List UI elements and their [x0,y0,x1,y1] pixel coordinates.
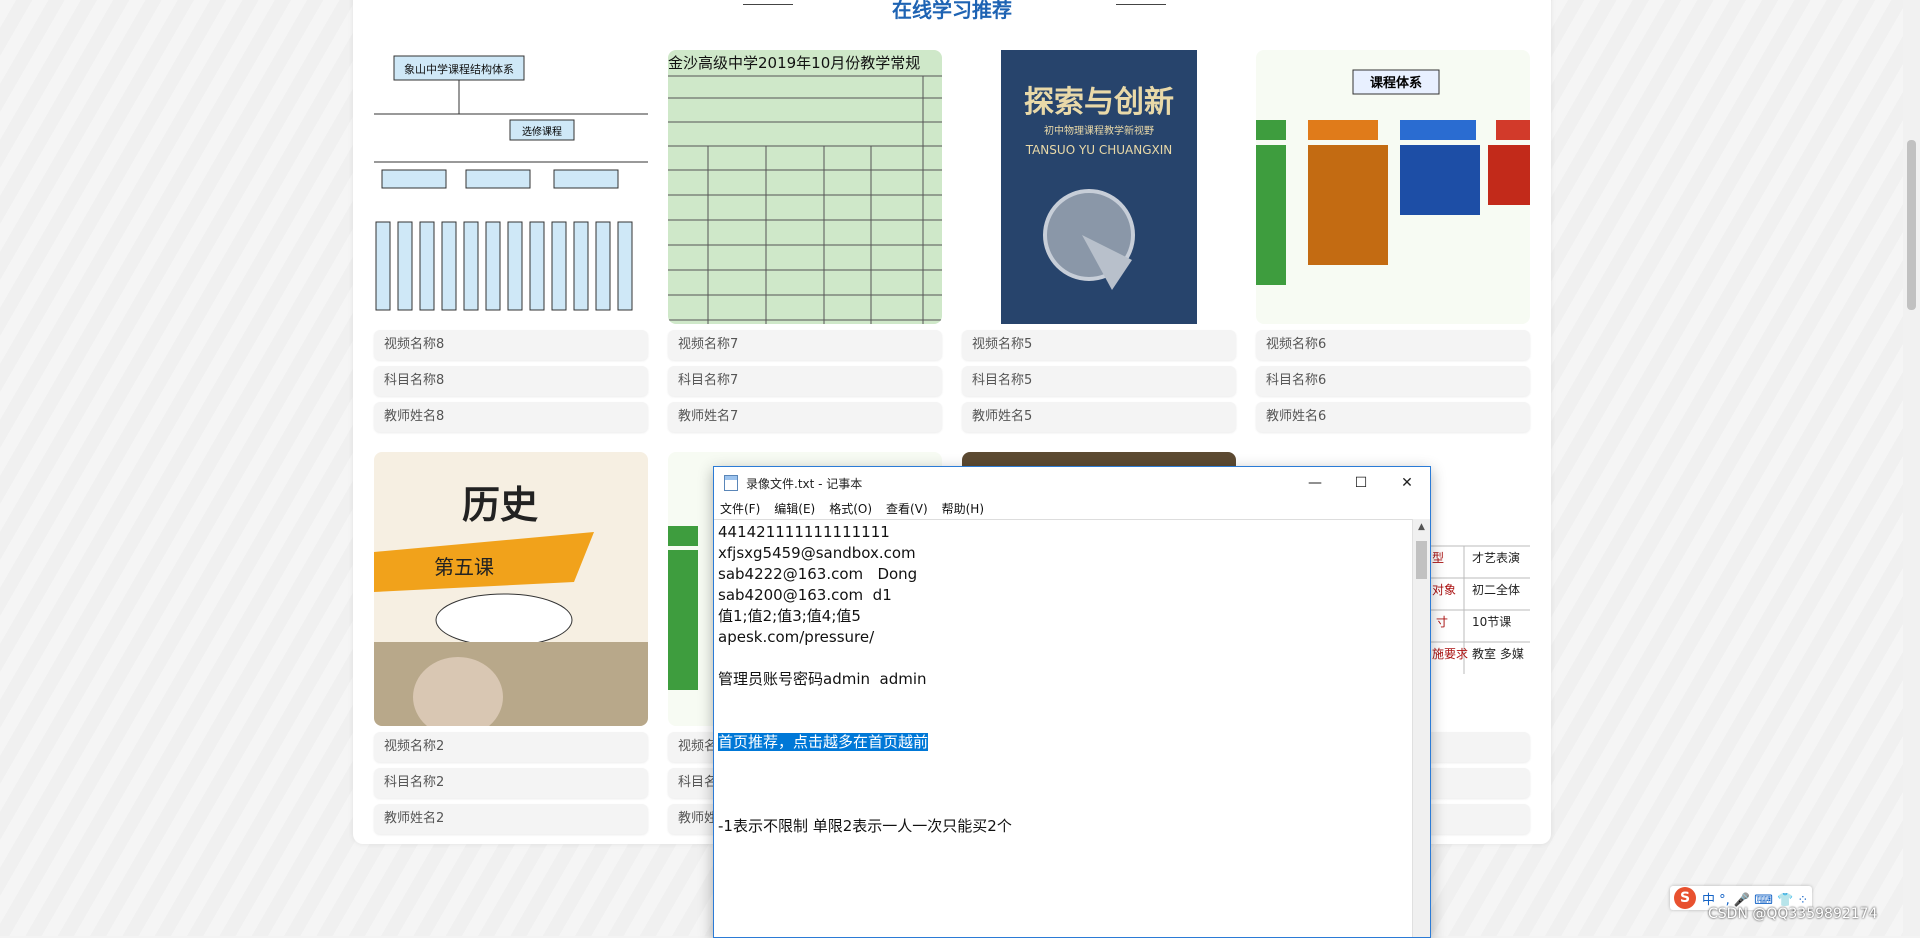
subject-name[interactable]: 科目名称8 [374,366,648,396]
svg-text:初中物理课程教学新视野: 初中物理课程教学新视野 [1044,124,1154,137]
subject-name[interactable]: 科目名称7 [668,366,942,396]
text-line: sab4200@163.com d1 [718,586,892,604]
maximize-button[interactable]: ☐ [1338,467,1384,499]
course-thumbnail[interactable]: 象山中学课程结构体系 选修课程 [374,50,648,324]
teacher-name[interactable]: 教师姓名6 [1256,402,1530,432]
text-line: 首页推荐，点击越多在首页越前 [718,732,1408,753]
course-card-2[interactable]: 历史 第五课 视频名称2 科目名称2 教师姓名2 [374,452,648,834]
subject-name[interactable]: 科目名称2 [374,768,648,798]
teacher-name[interactable]: 教师姓名7 [668,402,942,432]
text-line: ​ [718,795,1408,816]
section-title: 在线学习推荐 [892,0,1012,22]
svg-text:型: 型 [1432,551,1444,565]
scroll-up-icon[interactable]: ▲ [1413,519,1430,536]
text-line: ​ [718,648,1408,669]
chart-box-title: 象山中学课程结构体系 [404,62,514,76]
teacher-name[interactable]: 教师姓名8 [374,402,648,432]
notepad-menubar: 文件(F) 编辑(E) 格式(O) 查看(V) 帮助(H) [714,499,1430,519]
text-line: xfjsxg5459@sandbox.com [718,544,916,562]
svg-text:才艺表演: 才艺表演 [1472,550,1520,565]
svg-text:TANSUO YU CHUANGXIN: TANSUO YU CHUANGXIN [1025,143,1173,157]
course-thumbnail[interactable]: 探索与创新 初中物理课程教学新视野 TANSUO YU CHUANGXIN [962,50,1236,324]
sogou-icon[interactable]: S [1674,887,1696,909]
text-line: apesk.com/pressure/ [718,628,875,646]
course-thumbnail[interactable]: 课程体系 [1256,50,1530,324]
page-scroll-thumb[interactable] [1907,140,1916,310]
teacher-name[interactable]: 教师姓名2 [374,804,648,834]
menu-format[interactable]: 格式(O) [829,499,872,519]
svg-text:施要求: 施要求 [1432,647,1468,661]
text-line: ​ [718,711,1408,732]
svg-text:10节课: 10节课 [1472,615,1511,629]
course-card-6[interactable]: 课程体系 视频名称6 科目名称6 教师姓名6 [1256,50,1530,432]
svg-text:选修课程: 选修课程 [522,125,562,138]
notepad-text-area[interactable]: 441421111111111111 xfjsxg5459@sandbox.com… [714,519,1412,937]
title-divider-right [1116,4,1166,5]
video-name[interactable]: 视频名称8 [374,330,648,360]
minimize-button[interactable]: — [1292,467,1338,499]
teacher-name[interactable]: 教师姓名5 [962,402,1236,432]
text-line: 管理员账号密码admin admin [718,670,927,688]
menu-edit[interactable]: 编辑(E) [774,499,815,519]
course-card-8[interactable]: 象山中学课程结构体系 选修课程 视频名称8 科目名称8 教师姓名8 [374,50,648,432]
menu-file[interactable]: 文件(F) [720,499,760,519]
svg-text:金沙高级中学2019年10月份教学常规: 金沙高级中学2019年10月份教学常规 [668,54,920,72]
course-thumbnail[interactable]: 金沙高级中学2019年10月份教学常规 [668,50,942,324]
text-line: ​ [718,690,1408,711]
video-name[interactable]: 视频名称2 [374,732,648,762]
text-line: sab4222@163.com Dong [718,565,918,583]
video-name[interactable]: 视频名称7 [668,330,942,360]
svg-text:初二全体: 初二全体 [1472,582,1520,597]
subject-name[interactable]: 科目名称6 [1256,366,1530,396]
course-thumbnail[interactable]: 历史 第五课 [374,452,648,726]
notepad-icon [724,475,738,491]
ime-status[interactable]: 中 °, 🎤 ⌨ 👕 ⁘ [1702,889,1808,908]
scroll-thumb[interactable] [1416,541,1427,579]
watermark: CSDN @QQ3359892174 [1708,906,1878,922]
selected-text: 首页推荐，点击越多在首页越前 [718,733,929,751]
course-card-5[interactable]: 探索与创新 初中物理课程教学新视野 TANSUO YU CHUANGXIN 视频… [962,50,1236,432]
svg-text:寸: 寸 [1436,615,1448,629]
svg-text:第五课: 第五课 [434,555,494,579]
subject-name[interactable]: 科目名称5 [962,366,1236,396]
course-card-7[interactable]: 金沙高级中学2019年10月份教学常规 视频名称7 科目名称7 教师姓名7 [668,50,942,432]
menu-help[interactable]: 帮助(H) [942,499,984,519]
svg-text:探索与创新: 探索与创新 [1024,85,1174,120]
text-line: 441421111111111111 [718,523,890,541]
video-name[interactable]: 视频名称6 [1256,330,1530,360]
notepad-titlebar[interactable]: 录像文件.txt - 记事本 — ☐ ✕ [714,467,1430,499]
close-button[interactable]: ✕ [1384,467,1430,499]
text-line: ​ [718,753,1408,774]
page-scrollbar[interactable] [1903,0,1920,936]
menu-view[interactable]: 查看(V) [886,499,928,519]
svg-text:课程体系: 课程体系 [1370,75,1422,91]
notepad-scrollbar[interactable]: ▲ [1412,519,1430,937]
svg-text:对象: 对象 [1432,583,1456,597]
notepad-window[interactable]: 录像文件.txt - 记事本 — ☐ ✕ 文件(F) 编辑(E) 格式(O) 查… [713,466,1431,938]
notepad-title: 录像文件.txt - 记事本 [746,476,863,491]
text-line: -1表示不限制 单限2表示一人一次只能买2个 [718,817,1012,835]
text-line: 值1;值2;值3;值4;值5 [718,607,861,625]
svg-text:教室 多媒: 教室 多媒 [1472,646,1524,661]
text-line: ​ [718,774,1408,795]
svg-text:历史: 历史 [462,483,538,527]
video-name[interactable]: 视频名称5 [962,330,1236,360]
